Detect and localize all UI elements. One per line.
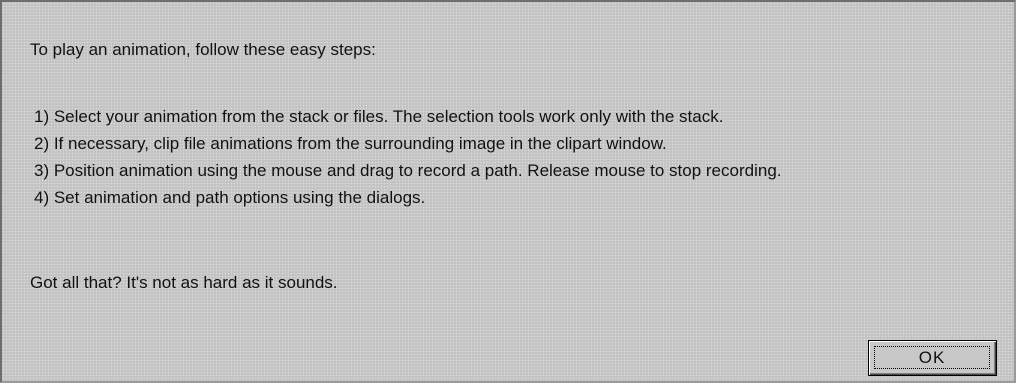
step-item: 3) Position animation using the mouse an… bbox=[34, 161, 782, 180]
help-dialog: To play an animation, follow these easy … bbox=[0, 0, 1016, 383]
steps-list: 1) Select your animation from the stack … bbox=[34, 107, 782, 215]
intro-text: To play an animation, follow these easy … bbox=[30, 40, 376, 59]
step-item: 4) Set animation and path options using … bbox=[34, 188, 426, 207]
step-item: 1) Select your animation from the stack … bbox=[34, 107, 724, 126]
ok-button[interactable]: OK bbox=[868, 340, 997, 376]
ok-button-label: OK bbox=[874, 346, 990, 369]
step-item: 2) If necessary, clip file animations fr… bbox=[34, 134, 667, 153]
outro-text: Got all that? It's not as hard as it sou… bbox=[30, 273, 338, 292]
